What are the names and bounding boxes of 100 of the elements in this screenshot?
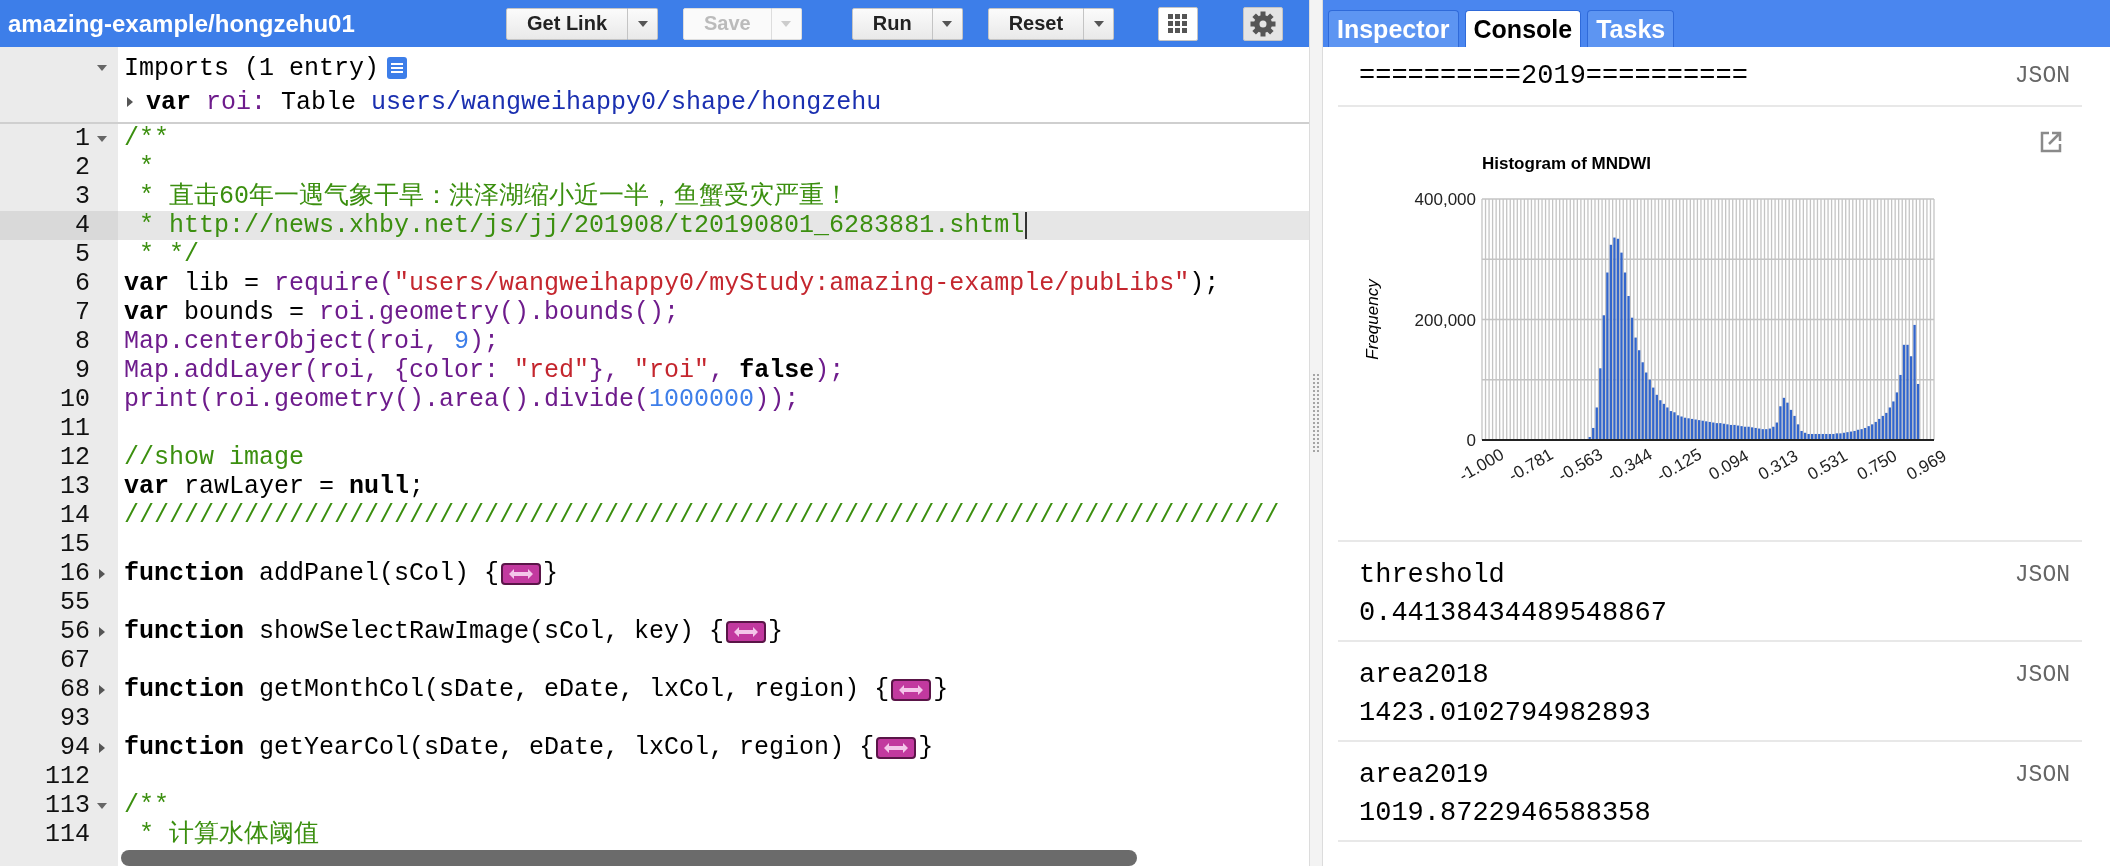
line-number: 55 xyxy=(59,588,90,617)
folded-code-button[interactable] xyxy=(726,620,767,643)
dropdown-button[interactable] xyxy=(932,7,963,40)
split-button[interactable]: Get Link xyxy=(506,7,628,40)
json-link[interactable]: JSON xyxy=(2014,656,2070,694)
line-number: 13 xyxy=(59,472,90,501)
line-number: 10 xyxy=(59,385,90,414)
code-line: * */ xyxy=(138,240,199,269)
code-line: //show image xyxy=(124,443,305,472)
line-number: 113 xyxy=(44,791,90,820)
caret-icon xyxy=(636,19,649,28)
json-link[interactable]: JSON xyxy=(2014,57,2070,95)
line-number: 114 xyxy=(44,820,90,849)
variable-value: 0.44138434489548867 xyxy=(1359,597,1667,630)
double-arrow-icon xyxy=(508,567,535,580)
code-line: function showSelectRawImage(sCol, key) { xyxy=(124,617,725,646)
code-line: var rawLayer = null; xyxy=(124,472,425,501)
variable-name: threshold xyxy=(1359,559,1506,592)
line-number: 93 xyxy=(59,704,90,733)
split-button[interactable]: Run xyxy=(851,7,933,40)
document-icon[interactable] xyxy=(387,57,408,79)
line-number: 94 xyxy=(59,733,90,762)
dropdown-button[interactable] xyxy=(771,7,802,40)
line-number: 14 xyxy=(59,501,90,530)
dropdown-button[interactable] xyxy=(1084,7,1115,40)
json-link[interactable]: JSON xyxy=(2014,556,2070,594)
settings-button[interactable] xyxy=(1243,6,1284,41)
variable-value: 1019.8722946588358 xyxy=(1359,797,1651,830)
code-line: var lib = require("users/wangweihappy0/myStudy:amazing-example/pubLibs"); xyxy=(124,269,1220,298)
code-line: } xyxy=(768,617,784,646)
scrollbar-thumb[interactable] xyxy=(121,850,1137,866)
line-number: 9 xyxy=(74,356,90,385)
line-number: 11 xyxy=(59,414,90,443)
text-cursor xyxy=(1025,212,1028,239)
section-header[interactable]: Imports (1 entry) xyxy=(124,53,380,83)
double-arrow-icon xyxy=(883,741,910,754)
code-line: } xyxy=(543,559,559,588)
console-output: ==========2019========== xyxy=(1359,60,1748,93)
code-line: ///////////////////////////////////////////////////////////////////////////// xyxy=(124,501,1280,530)
code-line: var roi: Table users/wangweihappy0/shape/hongzehu xyxy=(146,87,882,117)
line-number: 112 xyxy=(44,762,90,791)
code-line: Map.addLayer(roi, {color: "red"}, "roi", false); xyxy=(124,356,845,385)
settings-icon xyxy=(1250,10,1277,37)
code-line: var bounds = roi.geometry().bounds(); xyxy=(124,298,680,327)
variable-name: area2018 xyxy=(1359,659,1490,692)
tab[interactable]: Inspector xyxy=(1328,10,1459,47)
line-number: 56 xyxy=(59,617,90,646)
code-line: /** xyxy=(124,791,169,820)
folded-code-button[interactable] xyxy=(891,678,932,701)
tab[interactable]: Console xyxy=(1464,10,1582,47)
axis-tick-label: 400,000 xyxy=(1414,190,1476,209)
code-line: * http://news.xhby.net/js/jj/201908/t20190801_6283881.shtml xyxy=(138,211,1025,240)
json-link[interactable]: JSON xyxy=(2014,756,2070,794)
line-number: 1 xyxy=(74,124,90,153)
code-line: function addPanel(sCol) { xyxy=(124,559,500,588)
chart-title: Histogram of MNDWI xyxy=(1482,154,1652,173)
splitter-handle[interactable] xyxy=(1309,0,1323,866)
popout-icon[interactable] xyxy=(2040,131,2062,153)
folded-code-button[interactable] xyxy=(876,736,917,759)
line-number: 3 xyxy=(74,182,90,211)
axis-title: Frequency xyxy=(1363,279,1382,360)
script-title: amazing-example/hongzehu01 xyxy=(8,9,356,38)
line-number: 67 xyxy=(59,646,90,675)
variable-name: area2019 xyxy=(1359,759,1490,792)
split-button[interactable]: Reset xyxy=(987,7,1085,40)
line-number: 7 xyxy=(74,298,90,327)
line-number: 2 xyxy=(74,153,90,182)
code-line: function getYearCol(sDate, eDate, lxCol, region) { xyxy=(124,733,875,762)
line-number: 8 xyxy=(74,327,90,356)
line-number: 12 xyxy=(59,443,90,472)
folded-code-button[interactable] xyxy=(501,562,542,585)
tab[interactable]: Tasks xyxy=(1587,10,1675,47)
caret-icon xyxy=(1092,19,1105,28)
line-number: 16 xyxy=(59,559,90,588)
grid-icon xyxy=(1167,12,1190,35)
double-arrow-icon xyxy=(733,625,760,638)
caret-icon xyxy=(941,19,954,28)
axis-tick-label: 200,000 xyxy=(1414,310,1476,330)
code-line: /** xyxy=(124,124,169,153)
line-number: 4 xyxy=(74,211,90,240)
line-number: 15 xyxy=(59,530,90,559)
variable-value: 1423.0102794982893 xyxy=(1359,697,1651,730)
code-line: Map.centerObject(roi, 9); xyxy=(124,327,500,356)
code-line: * 计算水体阈值 xyxy=(138,820,319,849)
apps-button[interactable] xyxy=(1158,6,1199,41)
line-number: 5 xyxy=(74,240,90,269)
line-number: 6 xyxy=(74,269,90,298)
axis-tick-label: 0.531 xyxy=(1804,446,1851,484)
code-line: * xyxy=(138,153,154,182)
code-line: } xyxy=(933,675,949,704)
code-line: print(roi.geometry().area().divide(1000000)); xyxy=(124,385,800,414)
code-line: function getMonthCol(sDate, eDate, lxCol, region) { xyxy=(124,675,890,704)
code-line: } xyxy=(918,733,934,762)
caret-icon xyxy=(780,19,793,28)
dropdown-button[interactable] xyxy=(628,7,658,40)
line-number: 68 xyxy=(59,675,90,704)
double-arrow-icon xyxy=(898,683,925,696)
code-line: * 直击60年一遇气象干旱：洪泽湖缩小近一半，鱼蟹受灾严重！ xyxy=(138,182,849,211)
axis-tick-label: 0.750 xyxy=(1853,446,1901,484)
axis-tick-label: 0 xyxy=(1466,431,1476,450)
